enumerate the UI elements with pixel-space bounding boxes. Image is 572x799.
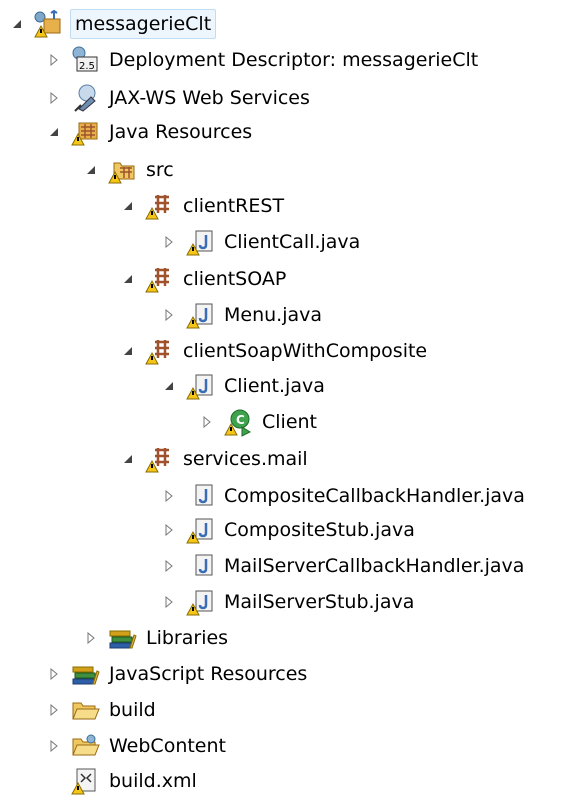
collapse-arrow-icon[interactable] (82, 161, 100, 179)
tree-item-package-clientrest[interactable]: clientREST (119, 188, 286, 224)
expand-arrow-icon[interactable] (45, 665, 63, 683)
tree-item-label: services.mail (183, 448, 308, 470)
dd-version-badge: 2.5 (79, 61, 95, 72)
expand-arrow-icon[interactable] (82, 629, 100, 647)
tree-item-label: clientSoapWithComposite (183, 340, 428, 362)
tree-item-label: messagerieClt (70, 9, 217, 39)
tree-item-label: Menu.java (224, 304, 323, 326)
package-icon (143, 264, 175, 294)
package-icon (143, 336, 175, 366)
collapse-arrow-icon[interactable] (119, 450, 137, 468)
java-resources-icon (69, 117, 101, 147)
java-file-icon (184, 371, 216, 401)
tree-item-file-menu[interactable]: Menu.java (160, 297, 324, 333)
tree-item-label: JavaScript Resources (109, 663, 308, 685)
tree-item-java-resources[interactable]: Java Resources (45, 114, 254, 150)
tree-item-label: CompositeStub.java (224, 519, 415, 541)
class-run-icon: C (222, 407, 254, 437)
collapse-arrow-icon[interactable] (45, 123, 63, 141)
tree-item-label: Deployment Descriptor: messagerieClt (109, 49, 479, 71)
expand-arrow-icon[interactable] (160, 521, 178, 539)
collapse-arrow-icon[interactable] (119, 342, 137, 360)
expand-arrow-icon[interactable] (198, 413, 216, 431)
tree-item-package-clientsoap[interactable]: clientSOAP (119, 261, 288, 297)
tree-item-src[interactable]: src (82, 152, 176, 188)
expand-arrow-icon[interactable] (160, 306, 178, 324)
tree-item-label: MailServerCallbackHandler.java (224, 555, 525, 577)
java-file-icon (184, 551, 216, 581)
expand-arrow-icon[interactable] (45, 737, 63, 755)
tree-item-label: Libraries (146, 627, 229, 649)
tree-item-label: build (109, 699, 156, 721)
tree-item-file-buildxml[interactable]: build.xml (45, 763, 199, 799)
tree-item-label: build.xml (109, 770, 197, 792)
tree-item-folder-webcontent[interactable]: WebContent (45, 728, 228, 764)
folder-icon (69, 695, 101, 725)
collapse-arrow-icon[interactable] (119, 270, 137, 288)
tree-item-label: Java Resources (109, 121, 253, 143)
tree-item-class-client[interactable]: C Client (198, 404, 319, 440)
tree-item-label: ClientCall.java (224, 231, 361, 253)
java-file-icon (184, 587, 216, 617)
tree-item-label: CompositeCallbackHandler.java (224, 485, 525, 507)
tree-item-folder-build[interactable]: build (45, 692, 158, 728)
tree-item-file-client[interactable]: Client.java (160, 368, 327, 404)
dynamic-web-project-icon (32, 9, 64, 39)
tree-item-package-clientsoapwithcomposite[interactable]: clientSoapWithComposite (119, 333, 429, 369)
expand-arrow-icon[interactable] (160, 487, 178, 505)
source-folder-icon (106, 155, 138, 185)
web-folder-icon (69, 731, 101, 761)
tree-item-label: Client (262, 411, 318, 433)
tree-item-file-mailserverstub[interactable]: MailServerStub.java (160, 584, 416, 620)
tree-item-javascript-resources[interactable]: JavaScript Resources (45, 656, 309, 692)
java-file-icon (184, 227, 216, 257)
package-icon (143, 191, 175, 221)
tree-item-label: JAX-WS Web Services (109, 87, 310, 109)
tree-item-file-clientcall[interactable]: ClientCall.java (160, 224, 362, 260)
svg-text:C: C (236, 413, 245, 427)
tree-item-jaxws[interactable]: JAX-WS Web Services (45, 80, 312, 116)
tree-item-libraries[interactable]: Libraries (82, 620, 230, 656)
tree-item-label: src (146, 159, 174, 181)
tree-item-package-servicesmail[interactable]: services.mail (119, 441, 310, 477)
collapse-arrow-icon[interactable] (119, 197, 137, 215)
web-services-icon (69, 83, 101, 113)
tree-item-label: Client.java (224, 375, 325, 397)
package-icon (143, 444, 175, 474)
expand-arrow-icon[interactable] (45, 89, 63, 107)
expand-arrow-icon[interactable] (160, 233, 178, 251)
java-file-icon (184, 481, 216, 511)
expand-arrow-icon[interactable] (160, 593, 178, 611)
collapse-arrow-icon[interactable] (8, 15, 26, 33)
tree-item-file-compositestub[interactable]: CompositeStub.java (160, 512, 417, 548)
tree-item-file-mailservercallbackhandler[interactable]: MailServerCallbackHandler.java (160, 548, 526, 584)
java-file-icon (184, 300, 216, 330)
javascript-resources-icon (69, 659, 101, 689)
tree-item-deployment-descriptor[interactable]: 2.5 Deployment Descriptor: messagerieClt (45, 42, 480, 78)
expand-arrow-icon[interactable] (45, 701, 63, 719)
java-file-icon (184, 515, 216, 545)
expand-arrow-icon[interactable] (160, 557, 178, 575)
deployment-descriptor-icon: 2.5 (69, 45, 101, 75)
tree-item-label: WebContent (109, 735, 226, 757)
collapse-arrow-icon[interactable] (160, 377, 178, 395)
tree-item-label: MailServerStub.java (224, 591, 415, 613)
tree-item-label: clientREST (183, 195, 285, 217)
tree-item-label: clientSOAP (183, 268, 287, 290)
libraries-icon (106, 623, 138, 653)
project-explorer-tree: messagerieClt 2.5 Deployment Descriptor:… (0, 0, 572, 797)
expand-arrow-icon[interactable] (45, 51, 63, 69)
tree-item-project[interactable]: messagerieClt (8, 6, 217, 42)
xml-file-icon (69, 766, 101, 796)
tree-item-file-compositecallbackhandler[interactable]: CompositeCallbackHandler.java (160, 478, 527, 514)
